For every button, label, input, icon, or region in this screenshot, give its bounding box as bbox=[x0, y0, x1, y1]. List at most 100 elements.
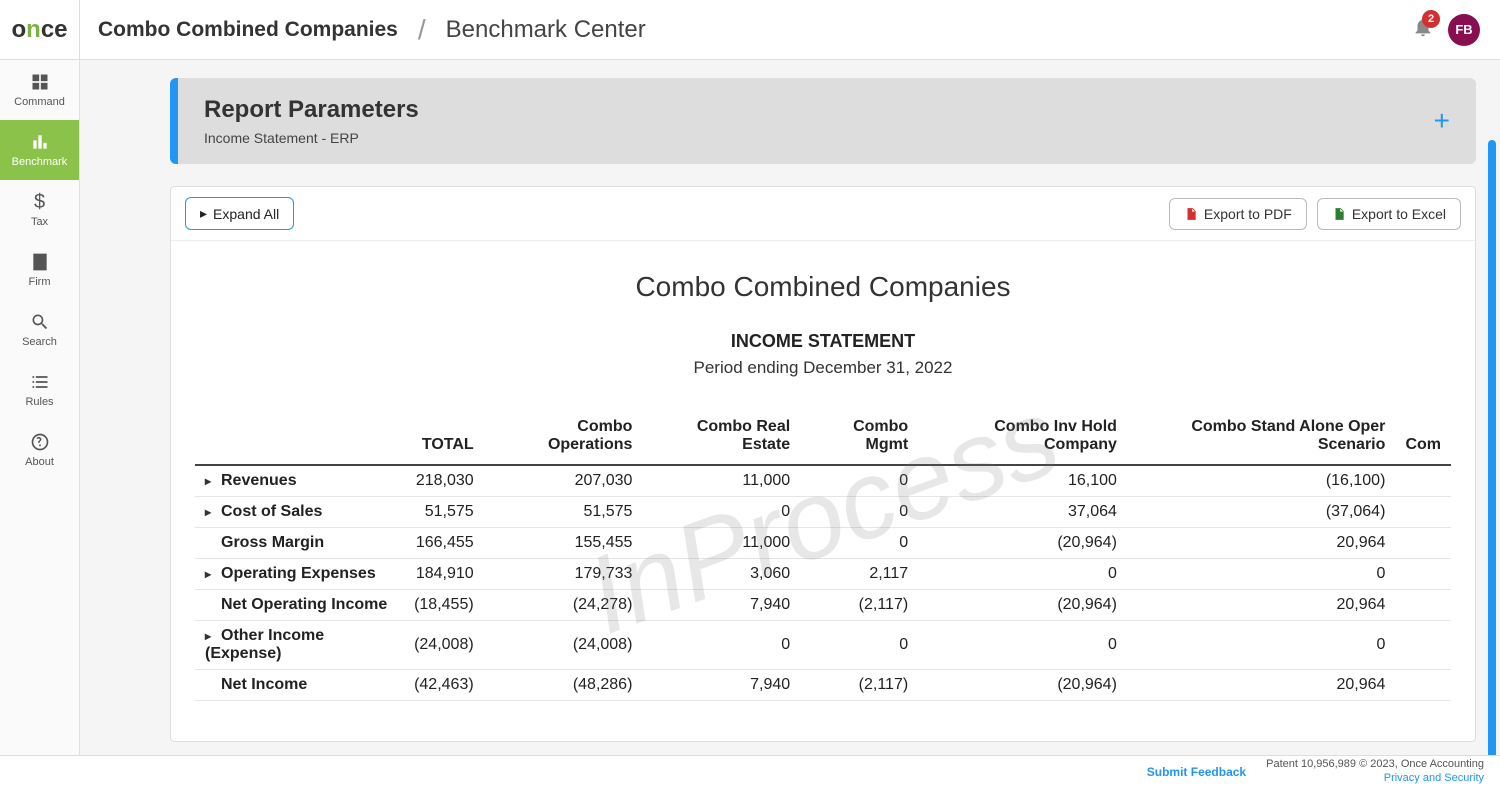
row-label[interactable]: ▸Other Income (Expense) bbox=[195, 621, 404, 670]
caret-right-icon: ▸ bbox=[205, 474, 215, 488]
cell-value bbox=[1395, 497, 1451, 528]
brand-mid: n bbox=[26, 16, 41, 44]
grid-icon bbox=[30, 72, 50, 92]
cell-value: (48,286) bbox=[484, 670, 643, 701]
notification-badge: 2 bbox=[1422, 10, 1440, 28]
caret-right-icon: ▸ bbox=[200, 205, 207, 222]
cell-value: 0 bbox=[642, 497, 800, 528]
avatar[interactable]: FB bbox=[1448, 14, 1480, 46]
brand-logo: once bbox=[0, 0, 80, 59]
cell-value: (24,008) bbox=[404, 621, 484, 670]
cell-value: 20,964 bbox=[1127, 670, 1396, 701]
cell-value: 16,100 bbox=[918, 465, 1127, 497]
content: Report Parameters Income Statement - ERP… bbox=[80, 60, 1500, 755]
table-row[interactable]: ▸Other Income (Expense)(24,008)(24,008)0… bbox=[195, 621, 1451, 670]
cell-value: (20,964) bbox=[918, 528, 1127, 559]
table-row[interactable]: ▸Operating Expenses184,910179,7333,0602,… bbox=[195, 559, 1451, 590]
caret-right-icon: ▸ bbox=[205, 505, 215, 519]
sidebar-item-label: Search bbox=[22, 336, 57, 348]
export-pdf-button[interactable]: Export to PDF bbox=[1169, 198, 1307, 230]
table-row[interactable]: ▸Cost of Sales51,57551,5750037,064(37,06… bbox=[195, 497, 1451, 528]
company-name[interactable]: Combo Combined Companies bbox=[98, 18, 398, 42]
row-label[interactable]: ▸ Cost of Sales bbox=[195, 497, 404, 528]
column-header: Com bbox=[1395, 412, 1451, 465]
cell-value bbox=[1395, 590, 1451, 621]
cell-value: 7,940 bbox=[642, 590, 800, 621]
table-row: Net Income(42,463)(48,286)7,940(2,117)(2… bbox=[195, 670, 1451, 701]
cell-value bbox=[1395, 670, 1451, 701]
chart-icon bbox=[30, 132, 50, 152]
cell-value bbox=[1395, 465, 1451, 497]
page-title: Benchmark Center bbox=[446, 16, 646, 44]
row-label-text: Other Income (Expense) bbox=[205, 627, 324, 662]
row-label: Gross Margin bbox=[195, 528, 404, 559]
row-label: Net Income bbox=[195, 670, 404, 701]
row-label-text: Net Operating Income bbox=[221, 596, 387, 613]
income-statement-table: TOTALCombo OperationsCombo Real EstateCo… bbox=[195, 412, 1451, 701]
row-label: Net Operating Income bbox=[195, 590, 404, 621]
export-excel-button[interactable]: Export to Excel bbox=[1317, 198, 1461, 230]
cell-value: 184,910 bbox=[404, 559, 484, 590]
cell-value: (2,117) bbox=[800, 670, 918, 701]
cell-value: 207,030 bbox=[484, 465, 643, 497]
building-icon bbox=[30, 252, 50, 272]
footer-legal: Patent 10,956,989 © 2023, Once Accountin… bbox=[1266, 758, 1484, 784]
export-excel-label: Export to Excel bbox=[1352, 206, 1446, 222]
cell-value: 0 bbox=[800, 497, 918, 528]
privacy-link[interactable]: Privacy and Security bbox=[1384, 772, 1484, 784]
cell-value: 0 bbox=[642, 621, 800, 670]
patent-text: Patent 10,956,989 © 2023, Once Accountin… bbox=[1266, 758, 1484, 771]
cell-value: 166,455 bbox=[404, 528, 484, 559]
pdf-icon bbox=[1184, 207, 1198, 221]
cell-value: (37,064) bbox=[1127, 497, 1396, 528]
row-label[interactable]: ▸Operating Expenses bbox=[195, 559, 404, 590]
cell-value: (16,100) bbox=[1127, 465, 1396, 497]
column-header: Combo Real Estate bbox=[642, 412, 800, 465]
cell-value: 0 bbox=[1127, 621, 1396, 670]
question-icon bbox=[30, 432, 50, 452]
sidebar-item-firm[interactable]: Firm bbox=[0, 240, 79, 300]
breadcrumb-separator: / bbox=[418, 14, 426, 46]
sidebar-item-benchmark[interactable]: Benchmark bbox=[0, 120, 79, 180]
submit-feedback-link[interactable]: Submit Feedback bbox=[1147, 765, 1246, 779]
cell-value: 7,940 bbox=[642, 670, 800, 701]
search-icon bbox=[30, 312, 50, 332]
caret-right-icon: ▸ bbox=[205, 567, 215, 581]
scrollbar[interactable] bbox=[1488, 140, 1496, 755]
cell-value: (24,008) bbox=[484, 621, 643, 670]
sidebar-item-label: Benchmark bbox=[12, 156, 68, 168]
report-statement-title: INCOME STATEMENT bbox=[195, 331, 1451, 352]
cell-value: 0 bbox=[1127, 559, 1396, 590]
cell-value: 0 bbox=[918, 621, 1127, 670]
row-label-text: Cost of Sales bbox=[221, 503, 322, 520]
sidebar-item-label: Firm bbox=[29, 276, 51, 288]
table-row[interactable]: ▸Revenues218,030207,03011,000016,100(16,… bbox=[195, 465, 1451, 497]
cell-value: 20,964 bbox=[1127, 590, 1396, 621]
plus-icon: + bbox=[1434, 105, 1450, 136]
sidebar-item-search[interactable]: Search bbox=[0, 300, 79, 360]
row-label[interactable]: ▸ Revenues bbox=[195, 465, 404, 497]
sidebar-item-tax[interactable]: $ Tax bbox=[0, 180, 79, 240]
sidebar-item-command[interactable]: Command bbox=[0, 60, 79, 120]
expand-all-button[interactable]: ▸ Expand All bbox=[185, 197, 294, 230]
params-expand-button[interactable]: + bbox=[1434, 105, 1450, 137]
list-icon bbox=[30, 372, 50, 392]
sidebar-item-rules[interactable]: Rules bbox=[0, 360, 79, 420]
cell-value: 0 bbox=[800, 621, 918, 670]
cell-value: 51,575 bbox=[484, 497, 643, 528]
table-row: Net Operating Income(18,455)(24,278)7,94… bbox=[195, 590, 1451, 621]
notifications-button[interactable]: 2 bbox=[1412, 16, 1434, 43]
brand-suffix: ce bbox=[41, 16, 68, 44]
cell-value: (20,964) bbox=[918, 590, 1127, 621]
row-label-text: Revenues bbox=[221, 472, 297, 489]
table-row: Gross Margin166,455155,45511,0000(20,964… bbox=[195, 528, 1451, 559]
cell-value: 218,030 bbox=[404, 465, 484, 497]
sidebar-item-about[interactable]: About bbox=[0, 420, 79, 480]
sidebar-item-label: Command bbox=[14, 96, 65, 108]
report-company-title: Combo Combined Companies bbox=[195, 271, 1451, 303]
cell-value: (24,278) bbox=[484, 590, 643, 621]
params-title: Report Parameters bbox=[204, 96, 419, 124]
footer: Submit Feedback Patent 10,956,989 © 2023… bbox=[0, 755, 1500, 787]
report-parameters-panel[interactable]: Report Parameters Income Statement - ERP… bbox=[170, 78, 1476, 164]
row-label-text: Net Income bbox=[221, 676, 307, 693]
